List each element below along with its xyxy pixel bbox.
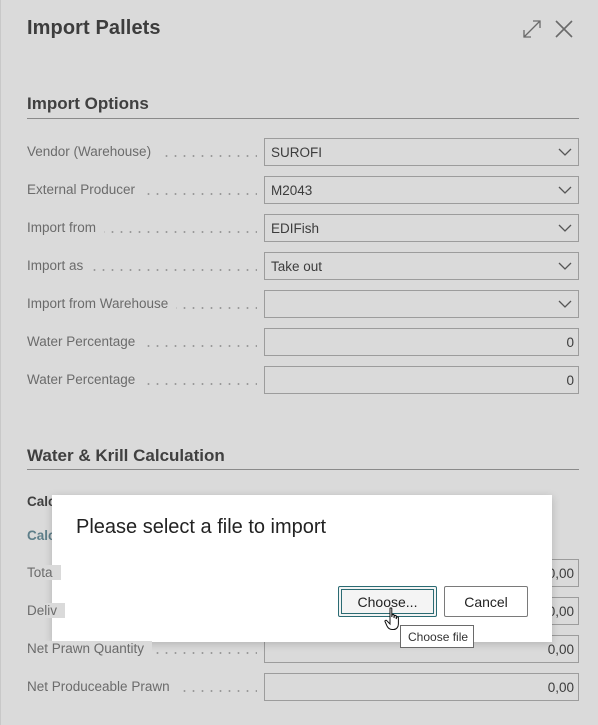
field-label-water-percentage-2: Water Percentage bbox=[27, 372, 144, 387]
chevron-down-icon bbox=[558, 224, 572, 232]
import-from-value: EDIFish bbox=[271, 221, 320, 236]
field-label-delivered: Deliv bbox=[27, 603, 66, 618]
import-from-warehouse-dropdown[interactable] bbox=[264, 290, 579, 318]
water-percentage-input-2[interactable]: 0 bbox=[264, 366, 579, 394]
field-row-import-as: Import as Take out bbox=[27, 252, 579, 280]
chevron-down-icon bbox=[558, 300, 572, 308]
chevron-down-icon bbox=[558, 262, 572, 270]
cancel-button[interactable]: Cancel bbox=[444, 586, 528, 617]
field-label-vendor: Vendor (Warehouse) bbox=[27, 144, 160, 159]
section-title-import-options: Import Options bbox=[27, 94, 149, 113]
external-producer-value: M2043 bbox=[271, 183, 313, 198]
field-row-import-from: Import from EDIFish bbox=[27, 214, 579, 242]
section-divider bbox=[27, 469, 579, 470]
water-percentage-input[interactable]: 0 bbox=[264, 328, 579, 356]
field-label-water-percentage: Water Percentage bbox=[27, 334, 144, 349]
file-select-dialog: Please select a file to import Choose...… bbox=[52, 495, 552, 642]
field-label-net-prawn-quantity: Net Prawn Quantity bbox=[27, 641, 153, 656]
expand-icon[interactable] bbox=[521, 18, 543, 40]
close-icon[interactable] bbox=[553, 18, 575, 40]
field-row-water-percentage: Water Percentage 0 bbox=[27, 328, 579, 356]
vendor-value: SUROFI bbox=[271, 145, 323, 160]
external-producer-dropdown[interactable]: M2043 bbox=[264, 176, 579, 204]
choose-file-tooltip: Choose file bbox=[400, 625, 474, 648]
chevron-down-icon bbox=[558, 186, 572, 194]
field-row-vendor: Vendor (Warehouse) SUROFI bbox=[27, 138, 579, 166]
field-label-import-from: Import from bbox=[27, 220, 105, 235]
section-divider bbox=[27, 118, 579, 119]
field-label-import-as: Import as bbox=[27, 258, 92, 273]
field-label-external-producer: External Producer bbox=[27, 182, 144, 197]
import-from-dropdown[interactable]: EDIFish bbox=[264, 214, 579, 242]
net-produceable-prawn-input[interactable]: 0,00 bbox=[264, 673, 579, 701]
field-row-import-from-warehouse: Import from Warehouse bbox=[27, 290, 579, 318]
dialog-title: Please select a file to import bbox=[76, 516, 327, 538]
field-row-water-percentage-2: Water Percentage 0 bbox=[27, 366, 579, 394]
section-title-water-krill: Water & Krill Calculation bbox=[27, 446, 225, 465]
import-as-dropdown[interactable]: Take out bbox=[264, 252, 579, 280]
field-row-net-produceable-prawn: Net Produceable Prawn 0,00 bbox=[27, 673, 579, 701]
field-label-total: Tota bbox=[27, 565, 61, 580]
vendor-dropdown[interactable]: SUROFI bbox=[264, 138, 579, 166]
chevron-down-icon bbox=[558, 148, 572, 156]
field-label-net-produceable-prawn: Net Produceable Prawn bbox=[27, 679, 178, 694]
field-label-import-from-warehouse: Import from Warehouse bbox=[27, 296, 177, 311]
field-row-external-producer: External Producer M2043 bbox=[27, 176, 579, 204]
page-title: Import Pallets bbox=[27, 17, 161, 39]
import-as-value: Take out bbox=[271, 259, 323, 274]
